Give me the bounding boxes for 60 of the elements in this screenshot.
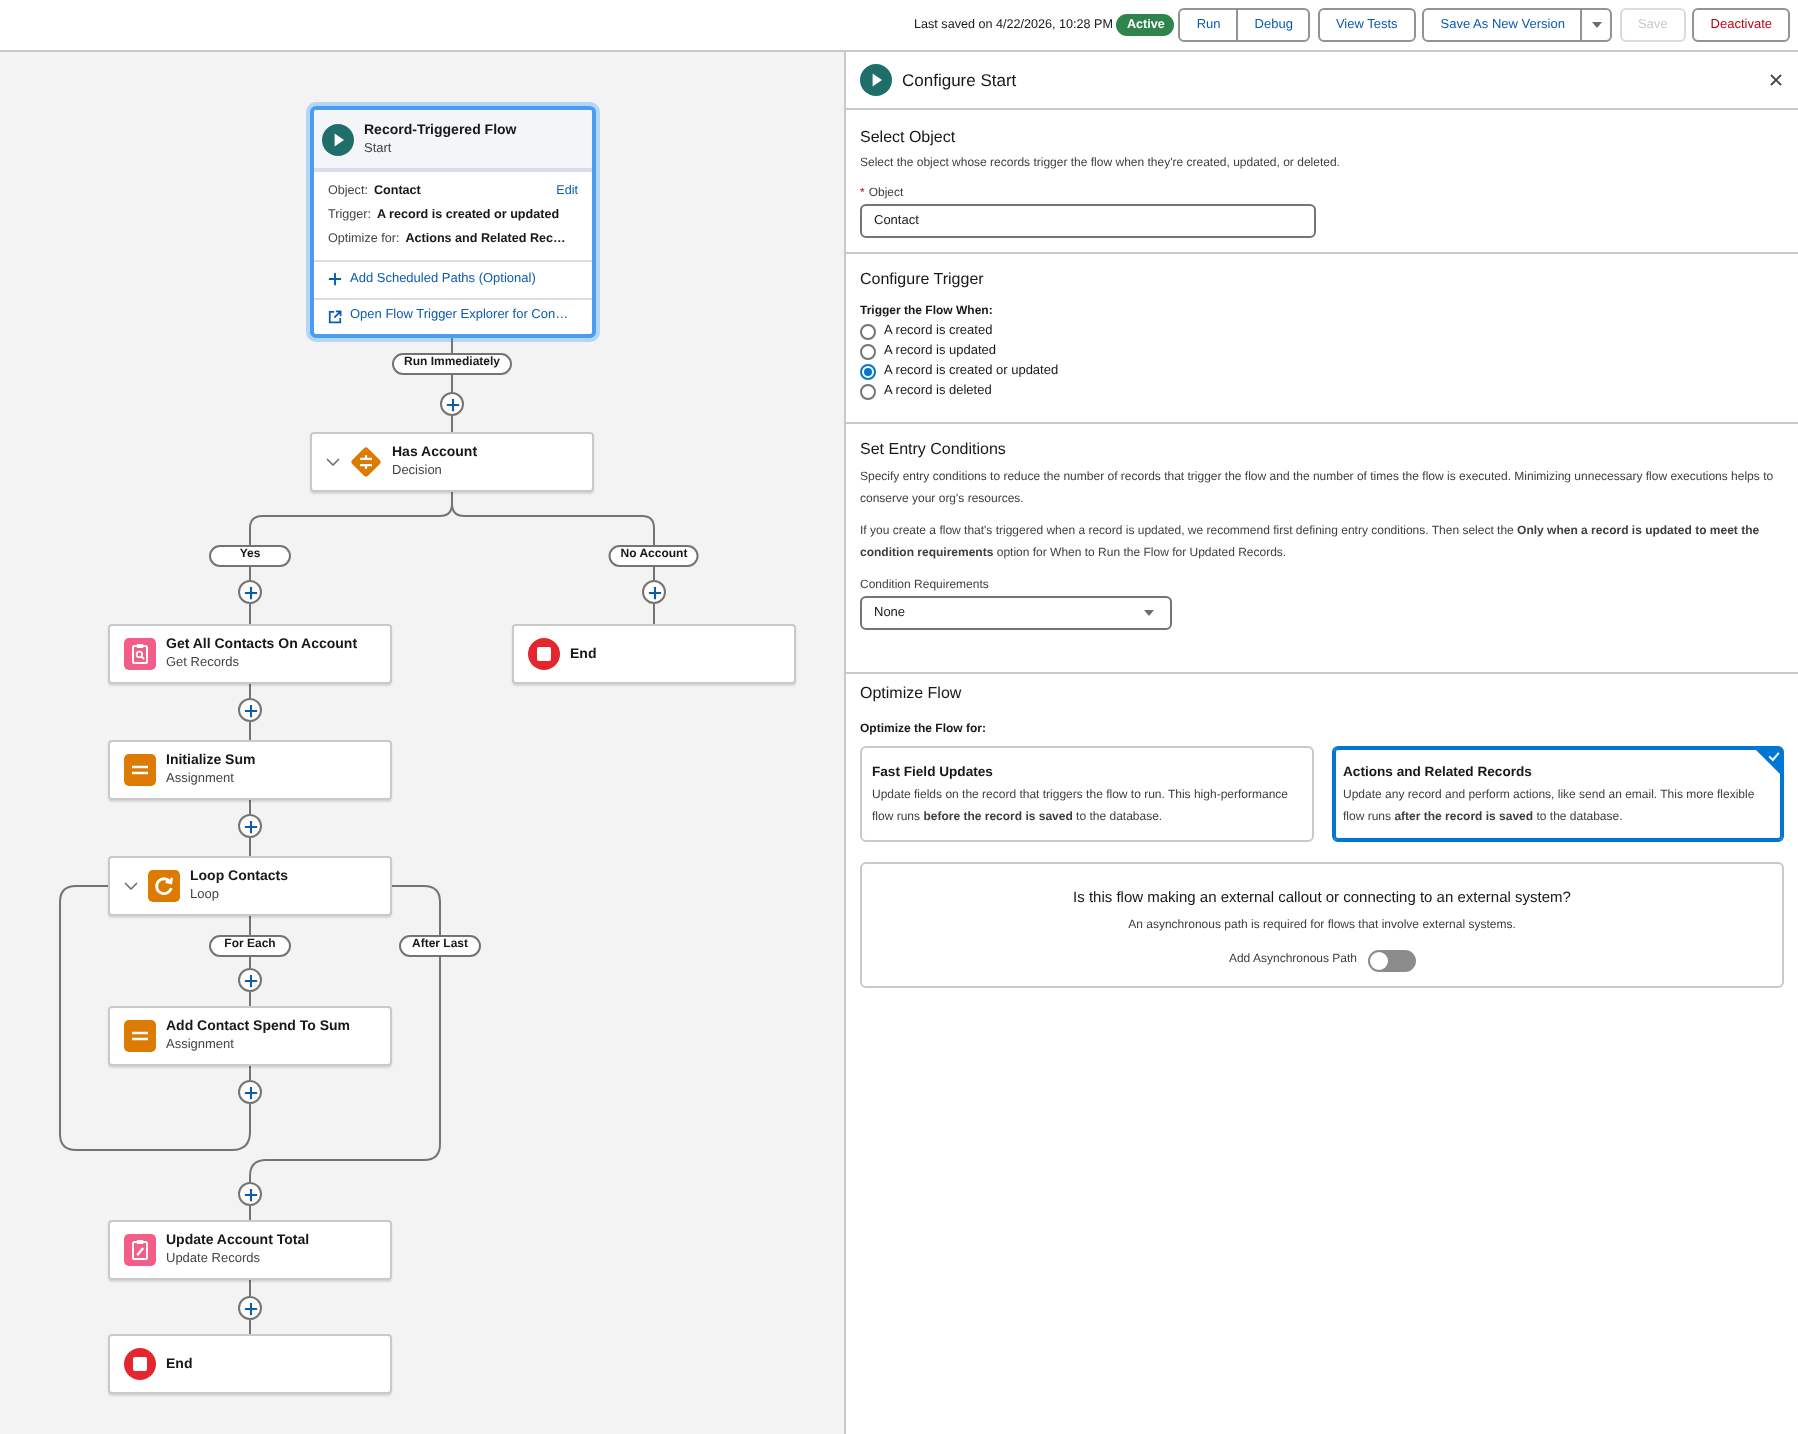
close-icon[interactable] <box>1770 74 1782 86</box>
plus-icon <box>445 397 459 411</box>
stop-icon <box>124 1348 156 1380</box>
connector-line <box>249 603 251 625</box>
section-heading: Select Object <box>860 126 958 150</box>
toggle-switch[interactable] <box>1367 950 1416 972</box>
radio-button[interactable] <box>860 384 876 400</box>
plus-icon <box>243 703 257 717</box>
plus-icon <box>243 819 257 833</box>
connector-line <box>653 566 655 581</box>
connector-line <box>249 1279 251 1297</box>
chevron-down-icon[interactable] <box>326 458 340 466</box>
external-link-icon <box>328 309 342 324</box>
equals-icon <box>124 754 156 786</box>
connector-line <box>249 683 251 699</box>
connector-line <box>391 885 441 936</box>
caret-down-icon <box>1144 610 1154 616</box>
connector-line <box>653 603 655 625</box>
radio-button[interactable] <box>860 364 876 380</box>
add-element-button[interactable] <box>642 580 666 604</box>
radio-button[interactable] <box>860 344 876 360</box>
stop-icon <box>528 638 560 670</box>
connector-line <box>249 566 251 581</box>
add-element-button[interactable] <box>238 580 262 604</box>
connector-line <box>451 337 453 354</box>
connector-line <box>249 721 251 741</box>
section-heading: Configure Trigger <box>860 268 986 292</box>
add-element-button[interactable] <box>238 1080 262 1104</box>
clipboard-pencil-icon <box>124 1234 156 1266</box>
connector-line <box>249 837 251 857</box>
add-element-button[interactable] <box>440 392 464 416</box>
radio-button[interactable] <box>860 324 876 340</box>
clipboard-search-icon <box>124 638 156 670</box>
plus-icon <box>243 973 257 987</box>
plus-icon <box>328 272 342 287</box>
plus-icon <box>243 1187 257 1201</box>
add-element-button[interactable] <box>238 968 262 992</box>
chevron-down-icon[interactable] <box>124 882 138 890</box>
section-heading: Set Entry Conditions <box>860 438 1008 462</box>
connector-line <box>451 415 453 433</box>
equals-icon <box>124 1020 156 1052</box>
checkmark-icon <box>1754 748 1782 776</box>
add-element-button[interactable] <box>238 1182 262 1206</box>
play-icon <box>860 64 892 96</box>
plus-icon <box>647 585 661 599</box>
plus-icon <box>243 585 257 599</box>
play-icon <box>322 123 354 155</box>
connector-line <box>249 1205 251 1221</box>
panel-title: Configure Start <box>902 67 1017 93</box>
connector-line <box>249 799 251 815</box>
section-heading: Optimize Flow <box>860 682 964 706</box>
dropdown-button[interactable] <box>1580 8 1613 42</box>
add-element-button[interactable] <box>238 1296 262 1320</box>
connector-line <box>451 374 453 393</box>
add-element-button[interactable] <box>238 814 262 838</box>
caret-down-icon <box>1591 22 1602 28</box>
add-element-button[interactable] <box>238 698 262 722</box>
connector-line <box>249 1319 251 1335</box>
plus-icon <box>243 1301 257 1315</box>
plus-icon <box>243 1085 257 1099</box>
